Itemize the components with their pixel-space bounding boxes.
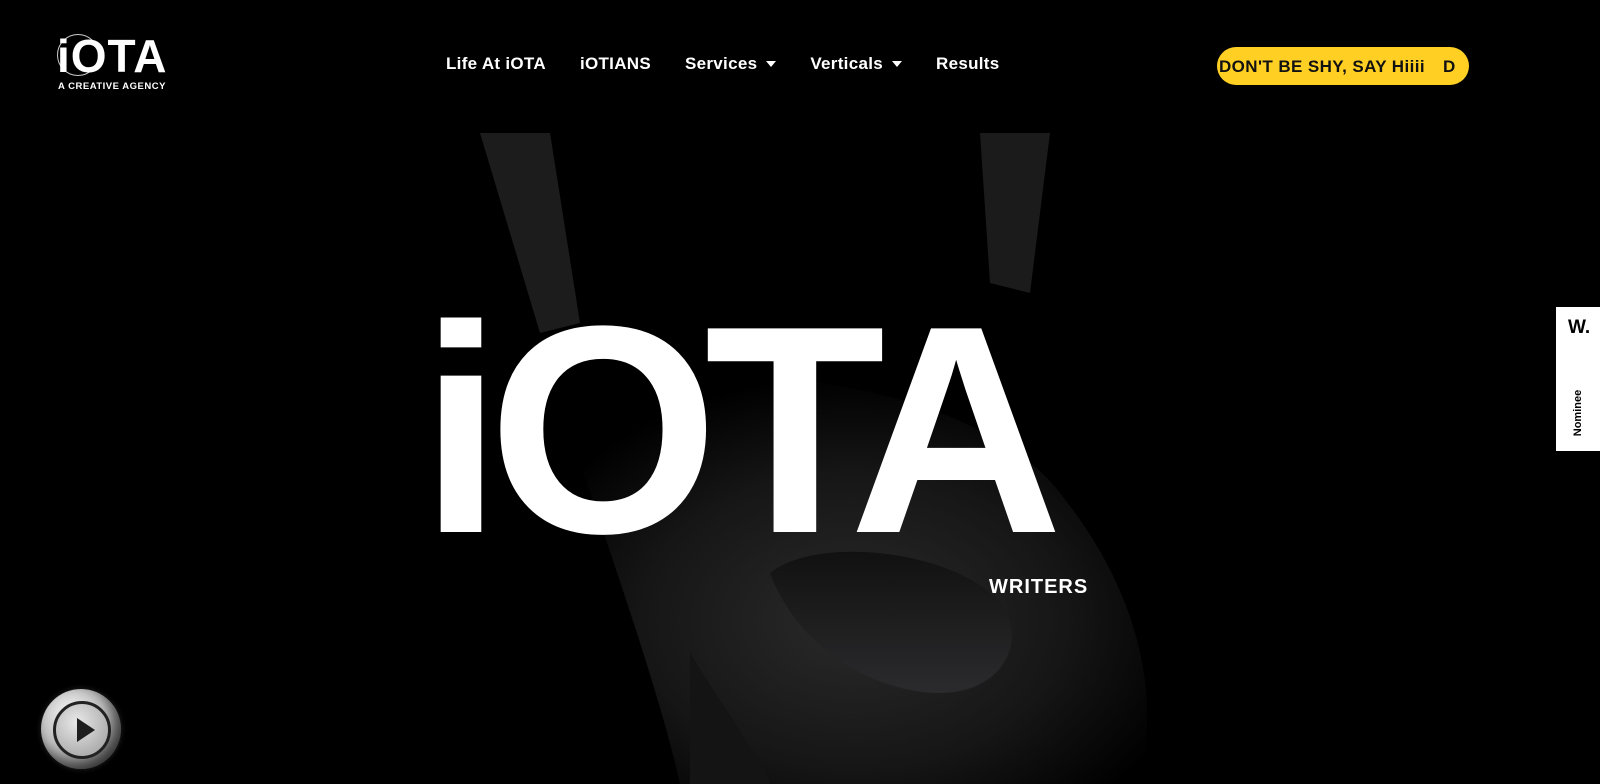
cta-marquee: DON'T BE SHY, SAY Hiiii D [1219,57,1469,77]
play-icon [77,718,95,742]
badge-label: Nominee [1572,389,1584,437]
nav-item-label: Life At iOTA [446,54,546,73]
nav-item-label: Results [936,54,1000,73]
chevron-down-icon [892,61,902,67]
play-showreel-button[interactable] [41,689,121,769]
nav-item-label: Verticals [810,54,883,73]
badge-logo: W. [1568,317,1591,338]
say-hi-cta-button[interactable]: DON'T BE SHY, SAY Hiiii D [1217,47,1469,85]
cta-marquee-text: DON'T BE SHY, SAY Hiiii [1219,57,1425,76]
nav-item-iotians[interactable]: iOTIANS [580,54,651,74]
hero-title: iOTA [420,264,1063,595]
nav-item-label: iOTIANS [579,54,651,73]
brand-logo[interactable]: iOTA A CREATIVE AGENCY [57,32,177,94]
chevron-down-icon [766,61,777,67]
nav-item-results[interactable]: Results [936,54,1000,74]
nav-item-verticals[interactable]: Verticals [810,54,902,74]
play-button-face [53,701,111,759]
main-nav: Life At iOTA iOTIANS Services Verticals … [446,54,1034,74]
nav-item-services[interactable]: Services [684,54,777,74]
hero-rotating-word: WRITERS [989,576,1089,598]
awwwards-nominee-badge[interactable]: W. Nominee [1556,307,1600,451]
nav-item-life-at-iota[interactable]: Life At iOTA [446,54,546,74]
nav-item-label: Services [684,54,758,73]
logo-wordmark: iOTA [57,30,168,82]
logo-tagline: A CREATIVE AGENCY [58,81,166,92]
cta-marquee-text-next: D [1442,57,1456,76]
